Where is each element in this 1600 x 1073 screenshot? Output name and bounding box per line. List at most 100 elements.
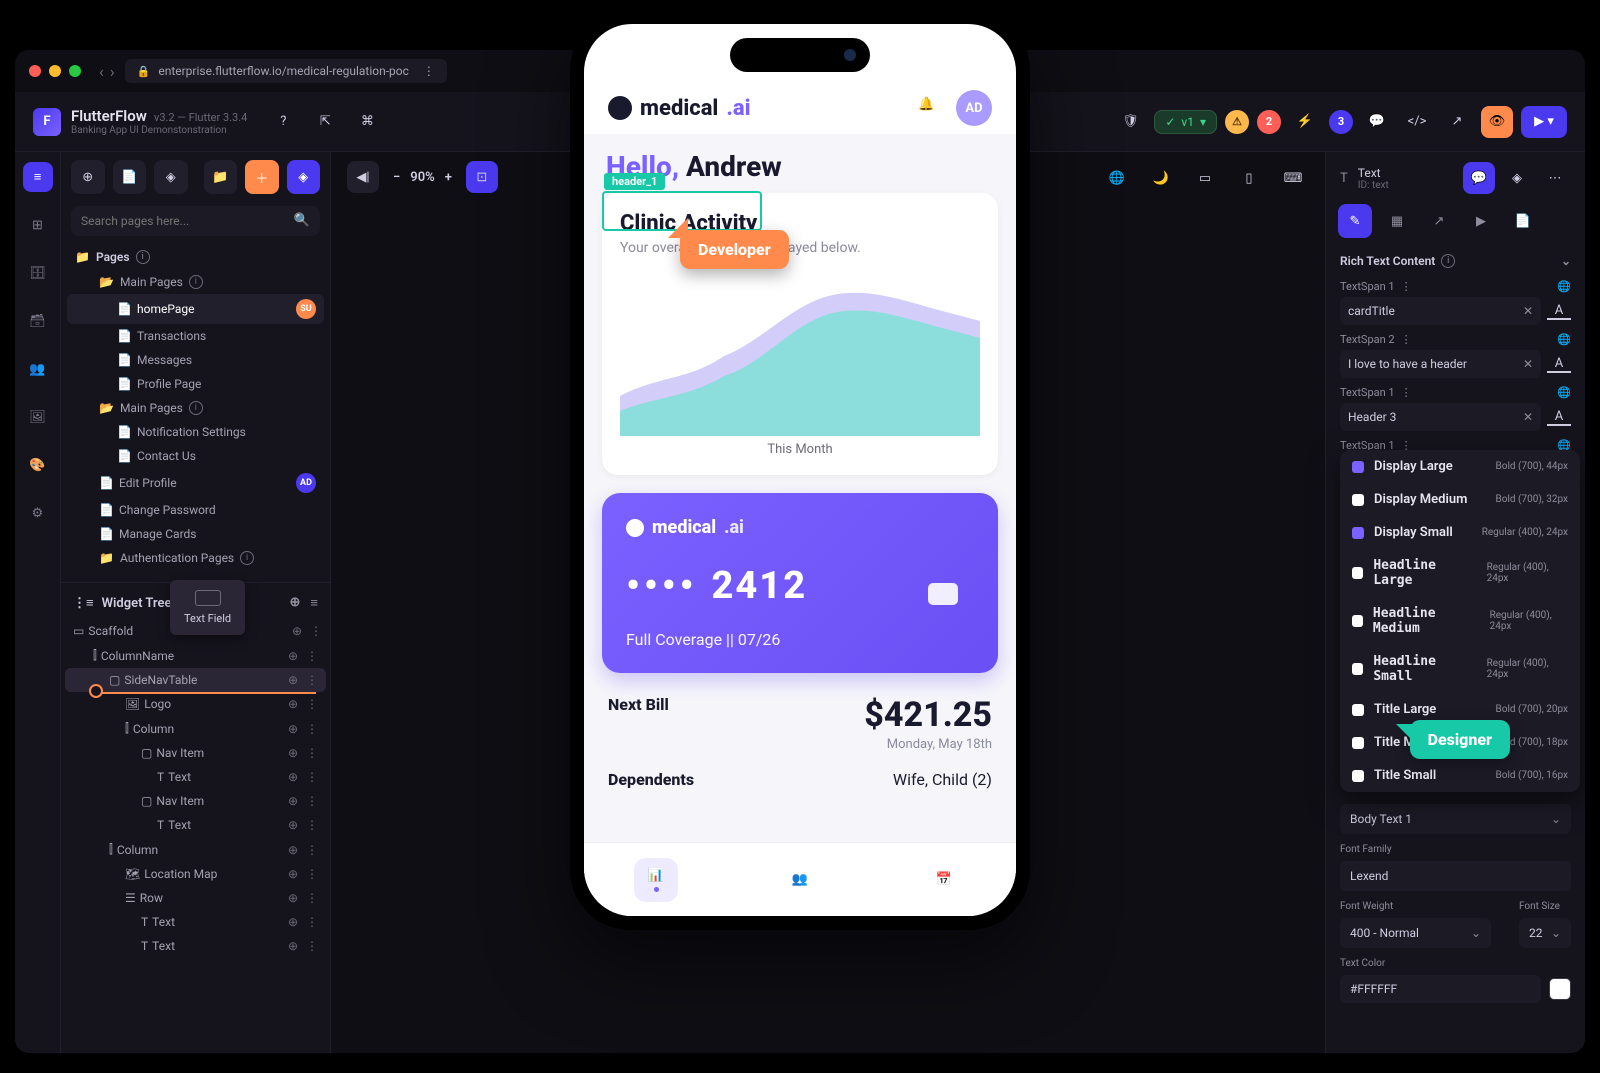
page-item[interactable]: 📄homePageSU bbox=[67, 294, 324, 324]
tool-widget-icon[interactable]: ⊕ bbox=[71, 160, 105, 194]
rail-settings-icon[interactable]: ⚙ bbox=[23, 498, 53, 528]
tool-component-icon[interactable]: ◈ bbox=[287, 160, 321, 194]
text-style-icon[interactable]: A bbox=[1547, 409, 1571, 426]
close-dot[interactable] bbox=[29, 65, 41, 77]
page-item[interactable]: 📄Profile Page bbox=[67, 372, 324, 396]
search-input[interactable] bbox=[71, 206, 320, 236]
tab-docs-icon[interactable]: 📄 bbox=[1506, 204, 1540, 238]
widget-tree-item[interactable]: ⫿ColumnName⊕⋮ bbox=[65, 643, 326, 668]
widget-tree-item[interactable]: TText⊕⋮ bbox=[65, 765, 326, 789]
globe-icon[interactable]: 🌐 bbox=[1101, 162, 1133, 194]
text-style-icon[interactable]: A bbox=[1547, 356, 1571, 373]
share-icon[interactable]: ⇱ bbox=[309, 106, 341, 138]
more-action-icon[interactable]: ⋯ bbox=[1539, 162, 1571, 194]
textspan-input[interactable]: cardTitle✕ bbox=[1340, 297, 1541, 325]
command-icon[interactable]: ⌘ bbox=[351, 106, 383, 138]
font-weight-select[interactable]: 400 - Normal⌄ bbox=[1340, 918, 1491, 948]
textspan-input[interactable]: I love to have a header✕ bbox=[1340, 350, 1541, 378]
rich-text-section[interactable]: Rich Text Content i⌄ bbox=[1326, 246, 1585, 276]
rail-pages-icon[interactable]: ≡ bbox=[23, 162, 53, 192]
font-size-select[interactable]: 22⌄ bbox=[1519, 918, 1571, 948]
widget-tree-item[interactable]: ⫿Column⊕⋮ bbox=[65, 837, 326, 862]
page-item[interactable]: 📄Edit ProfileAD bbox=[67, 468, 324, 498]
tool-page-icon[interactable]: 📄 bbox=[113, 160, 147, 194]
widget-tree-item[interactable]: 🗺Location Map⊕⋮ bbox=[65, 862, 326, 886]
widget-tree-item[interactable]: ▢Nav Item⊕⋮ bbox=[65, 789, 326, 813]
typography-option[interactable]: Headline MediumRegular (400), 24px bbox=[1340, 597, 1580, 645]
page-item[interactable]: 📄Contact Us bbox=[67, 444, 324, 468]
tab-layout-icon[interactable]: ▦ bbox=[1380, 204, 1414, 238]
open-external-icon[interactable]: ↗ bbox=[1441, 106, 1473, 138]
url-menu-icon[interactable]: ⋮ bbox=[423, 64, 435, 78]
zoom-in-icon[interactable]: + bbox=[445, 170, 452, 185]
chat-action-icon[interactable]: 💬 bbox=[1463, 162, 1495, 194]
comments-badge[interactable]: 3 bbox=[1329, 110, 1353, 134]
tab-properties-icon[interactable]: ✎ bbox=[1338, 204, 1372, 238]
tab-people-icon[interactable]: 👥 bbox=[778, 858, 822, 902]
pages-header[interactable]: 📁 Pages i bbox=[61, 244, 330, 270]
widget-tree-item[interactable]: ⫿Column⊕⋮ bbox=[65, 716, 326, 741]
widget-tree-item[interactable]: ▢Nav Item⊕⋮ bbox=[65, 741, 326, 765]
text-style-icon[interactable]: A bbox=[1547, 303, 1571, 320]
warning-badge[interactable]: ⚠ bbox=[1225, 110, 1249, 134]
tab-actions-icon[interactable]: ↗ bbox=[1422, 204, 1456, 238]
maximize-dot[interactable] bbox=[69, 65, 81, 77]
widget-tree-item[interactable]: ☰Row⊕⋮ bbox=[65, 886, 326, 910]
page-item[interactable]: 📄Manage Cards bbox=[67, 522, 324, 546]
help-icon[interactable]: ? bbox=[267, 106, 299, 138]
page-item[interactable]: 📄Messages bbox=[67, 348, 324, 372]
clear-icon[interactable]: ✕ bbox=[1523, 410, 1533, 424]
rail-theme-icon[interactable]: 🎨 bbox=[23, 450, 53, 480]
tab-stats-icon[interactable]: 📊 bbox=[634, 858, 678, 902]
minimize-dot[interactable] bbox=[49, 65, 61, 77]
version-pill[interactable]: ✓ v1 ▾ bbox=[1154, 110, 1217, 134]
clear-icon[interactable]: ✕ bbox=[1523, 357, 1533, 371]
diamond-action-icon[interactable]: ◈ bbox=[1501, 162, 1533, 194]
tab-calendar-icon[interactable]: 📅 bbox=[922, 858, 966, 902]
tab-animations-icon[interactable]: ▶ bbox=[1464, 204, 1498, 238]
run-button[interactable]: ▶ ▾ bbox=[1521, 106, 1567, 138]
clear-icon[interactable]: ✕ bbox=[1523, 304, 1533, 318]
tool-diamond-icon[interactable]: ◈ bbox=[154, 160, 188, 194]
page-group[interactable]: 📂 Main Pages i bbox=[67, 396, 324, 420]
typography-option[interactable]: Headline SmallRegular (400), 24px bbox=[1340, 645, 1580, 693]
page-group[interactable]: 📂 Main Pages i bbox=[67, 270, 324, 294]
body-text-select[interactable]: Body Text 1⌄ bbox=[1340, 804, 1571, 834]
zoom-out-icon[interactable]: − bbox=[393, 170, 400, 185]
nav-back-icon[interactable]: ‹ bbox=[99, 62, 104, 81]
widget-tree-item[interactable]: ▢SideNavTable⊕⋮ bbox=[65, 668, 326, 692]
page-item[interactable]: 📄Notification Settings bbox=[67, 420, 324, 444]
avatar[interactable]: AD bbox=[956, 90, 992, 126]
text-color-swatch[interactable] bbox=[1549, 978, 1571, 1000]
typography-option[interactable]: Display LargeBold (700), 44px bbox=[1340, 450, 1580, 483]
tool-folder-icon[interactable]: 📁 bbox=[204, 160, 238, 194]
widget-tree-item[interactable]: TText⊕⋮ bbox=[65, 910, 326, 934]
preview-button[interactable]: 👁 bbox=[1481, 106, 1513, 138]
nav-forward-icon[interactable]: › bbox=[110, 62, 115, 81]
keyboard-icon[interactable]: ⌨ bbox=[1277, 162, 1309, 194]
font-family-select[interactable]: Lexend bbox=[1340, 861, 1571, 891]
add-widget-icon[interactable]: ⊕ bbox=[290, 595, 301, 611]
typography-option[interactable]: Display MediumBold (700), 32px bbox=[1340, 483, 1580, 516]
collapse-left-icon[interactable]: ◀| bbox=[347, 161, 379, 193]
rail-assets-icon[interactable]: 🖼 bbox=[23, 402, 53, 432]
page-item[interactable]: 📄Change Password bbox=[67, 498, 324, 522]
widget-tree-item[interactable]: 🖼Logo⊕⋮ bbox=[65, 692, 326, 716]
typography-option[interactable]: Title SmallBold (700), 16px bbox=[1340, 759, 1580, 792]
url-bar[interactable]: 🔒 enterprise.flutterflow.io/medical-regu… bbox=[125, 59, 447, 83]
rail-widgets-icon[interactable]: ⊞ bbox=[23, 210, 53, 240]
page-item[interactable]: 📄Transactions bbox=[67, 324, 324, 348]
fit-screen-icon[interactable]: ⊡ bbox=[466, 161, 498, 193]
phone-icon[interactable]: ▯ bbox=[1233, 162, 1265, 194]
code-icon[interactable]: </> bbox=[1401, 106, 1433, 138]
rail-storage-icon[interactable]: 🗃 bbox=[23, 306, 53, 336]
textspan-input[interactable]: Header 3✕ bbox=[1340, 403, 1541, 431]
text-color-input[interactable]: #FFFFFF bbox=[1340, 975, 1541, 1003]
tree-settings-icon[interactable]: ≡ bbox=[310, 595, 318, 611]
rail-database-icon[interactable]: 🗄 bbox=[23, 258, 53, 288]
typography-option[interactable]: Headline LargeRegular (400), 24px bbox=[1340, 549, 1580, 597]
rail-api-icon[interactable]: 👥 bbox=[23, 354, 53, 384]
lightning-icon[interactable]: ⚡ bbox=[1289, 106, 1321, 138]
chat-icon[interactable]: 💬 bbox=[1361, 106, 1393, 138]
typography-option[interactable]: Display SmallRegular (400), 24px bbox=[1340, 516, 1580, 549]
